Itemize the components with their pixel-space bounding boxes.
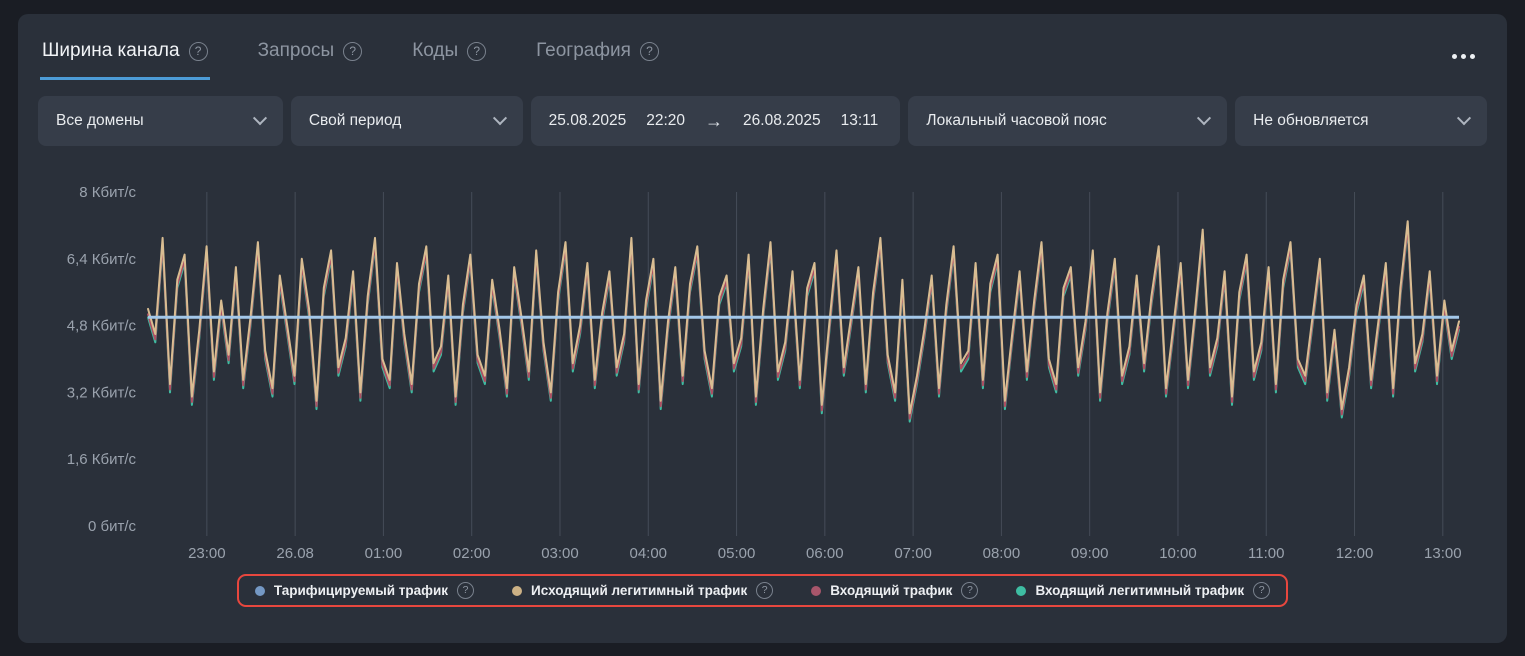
svg-text:3,2 Кбит/с: 3,2 Кбит/с [67,384,137,401]
help-icon[interactable]: ? [639,41,659,61]
tab-bandwidth[interactable]: Ширина канала ? [40,40,210,80]
tabs: Ширина канала ? Запросы ? Коды ? Географ… [40,40,661,80]
svg-text:12:00: 12:00 [1336,545,1374,562]
svg-text:26.08: 26.08 [276,545,314,562]
filter-bar: Все домены Свой период 25.08.2025 22:20 … [38,96,1487,146]
svg-text:01:00: 01:00 [365,545,403,562]
svg-text:8 Кбит/с: 8 Кбит/с [79,184,136,201]
svg-text:07:00: 07:00 [894,545,932,562]
tab-codes-label: Коды [412,40,459,61]
svg-text:03:00: 03:00 [541,545,579,562]
ellipsis-icon [1452,54,1457,59]
help-icon[interactable]: ? [188,41,208,61]
svg-text:1,6 Кбит/с: 1,6 Кбит/с [67,451,137,468]
legend-item-incoming-legit[interactable]: Входящий легитимный трафик ? [1016,582,1271,599]
date-range-picker[interactable]: 25.08.2025 22:20 → 26.08.2025 13:11 [530,96,901,146]
more-options-button[interactable] [1448,40,1479,73]
period-select[interactable]: Свой период [290,96,523,146]
legend-item-incoming[interactable]: Входящий трафик ? [811,582,979,599]
tab-requests-label: Запросы [257,40,335,61]
svg-text:08:00: 08:00 [983,545,1021,562]
svg-text:06:00: 06:00 [806,545,844,562]
svg-text:11:00: 11:00 [1248,545,1284,562]
help-icon[interactable]: ? [467,41,487,61]
help-icon[interactable]: ? [756,582,774,599]
svg-text:13:00: 13:00 [1424,545,1462,562]
timezone-select-value: Локальный часовой пояс [926,112,1107,129]
svg-text:6,4 Кбит/с: 6,4 Кбит/с [67,251,137,268]
svg-text:0 бит/с: 0 бит/с [88,518,137,535]
domain-select[interactable]: Все домены [38,96,283,146]
legend-dot-red [811,585,822,596]
legend-label: Исходящий легитимный трафик [531,583,748,598]
legend-dot-blue [254,585,265,596]
svg-text:04:00: 04:00 [629,545,667,562]
tab-geography[interactable]: География ? [534,40,661,80]
refresh-select[interactable]: Не обновляется [1235,96,1487,146]
svg-text:23:00: 23:00 [188,545,226,562]
help-icon[interactable]: ? [961,582,979,599]
legend-label: Входящий легитимный трафик [1035,583,1245,598]
timezone-select[interactable]: Локальный часовой пояс [908,96,1228,146]
legend-dot-teal [1016,585,1027,596]
chevron-down-icon [492,111,507,126]
chevron-down-icon [1456,111,1472,126]
legend-item-outgoing-legit[interactable]: Исходящий легитимный трафик ? [512,582,774,599]
tab-geography-label: География [536,40,631,61]
svg-text:05:00: 05:00 [718,545,756,562]
refresh-select-value: Не обновляется [1253,112,1369,129]
tab-codes[interactable]: Коды ? [410,40,488,80]
svg-text:10:00: 10:00 [1159,545,1197,562]
bandwidth-chart[interactable]: 23:00 26.08 01:00 02:00 03:00 04:00 05:00 06:00… [18,162,1507,564]
svg-text:09:00: 09:00 [1071,545,1109,562]
bandwidth-chart-svg[interactable]: 23:00 26.08 01:00 02:00 03:00 04:00 05:00 06:00… [36,162,1491,564]
tab-bandwidth-label: Ширина канала [42,40,180,61]
legend-label: Входящий трафик [830,583,953,598]
ellipsis-icon [1470,54,1475,59]
legend-label: Тарифицируемый трафик [273,583,449,598]
tab-requests[interactable]: Запросы ? [256,40,365,80]
period-select-value: Свой период [308,112,402,129]
svg-text:02:00: 02:00 [453,545,491,562]
help-icon[interactable]: ? [343,41,363,61]
chevron-down-icon [252,111,267,126]
svg-text:4,8 Кбит/с: 4,8 Кбит/с [67,318,137,335]
range-from-date[interactable]: 25.08.2025 [549,112,627,130]
ellipsis-icon [1461,54,1466,59]
range-to-date[interactable]: 26.08.2025 [743,112,821,130]
chevron-down-icon [1197,111,1212,126]
range-to-time[interactable]: 13:11 [841,112,879,130]
help-icon[interactable]: ? [1253,582,1271,599]
bandwidth-panel: Ширина канала ? Запросы ? Коды ? Географ… [18,14,1507,643]
help-icon[interactable]: ? [457,582,475,599]
legend-item-billable[interactable]: Тарифицируемый трафик ? [254,582,475,599]
tab-bar: Ширина канала ? Запросы ? Коды ? Географ… [18,14,1507,80]
range-from-time[interactable]: 22:20 [646,112,685,130]
chart-legend: Тарифицируемый трафик ? Исходящий легити… [18,574,1507,607]
arrow-right-icon: → [705,110,724,131]
domain-select-value: Все домены [56,112,144,129]
legend-dot-tan [512,585,523,596]
legend-highlight-box: Тарифицируемый трафик ? Исходящий легити… [236,574,1289,607]
